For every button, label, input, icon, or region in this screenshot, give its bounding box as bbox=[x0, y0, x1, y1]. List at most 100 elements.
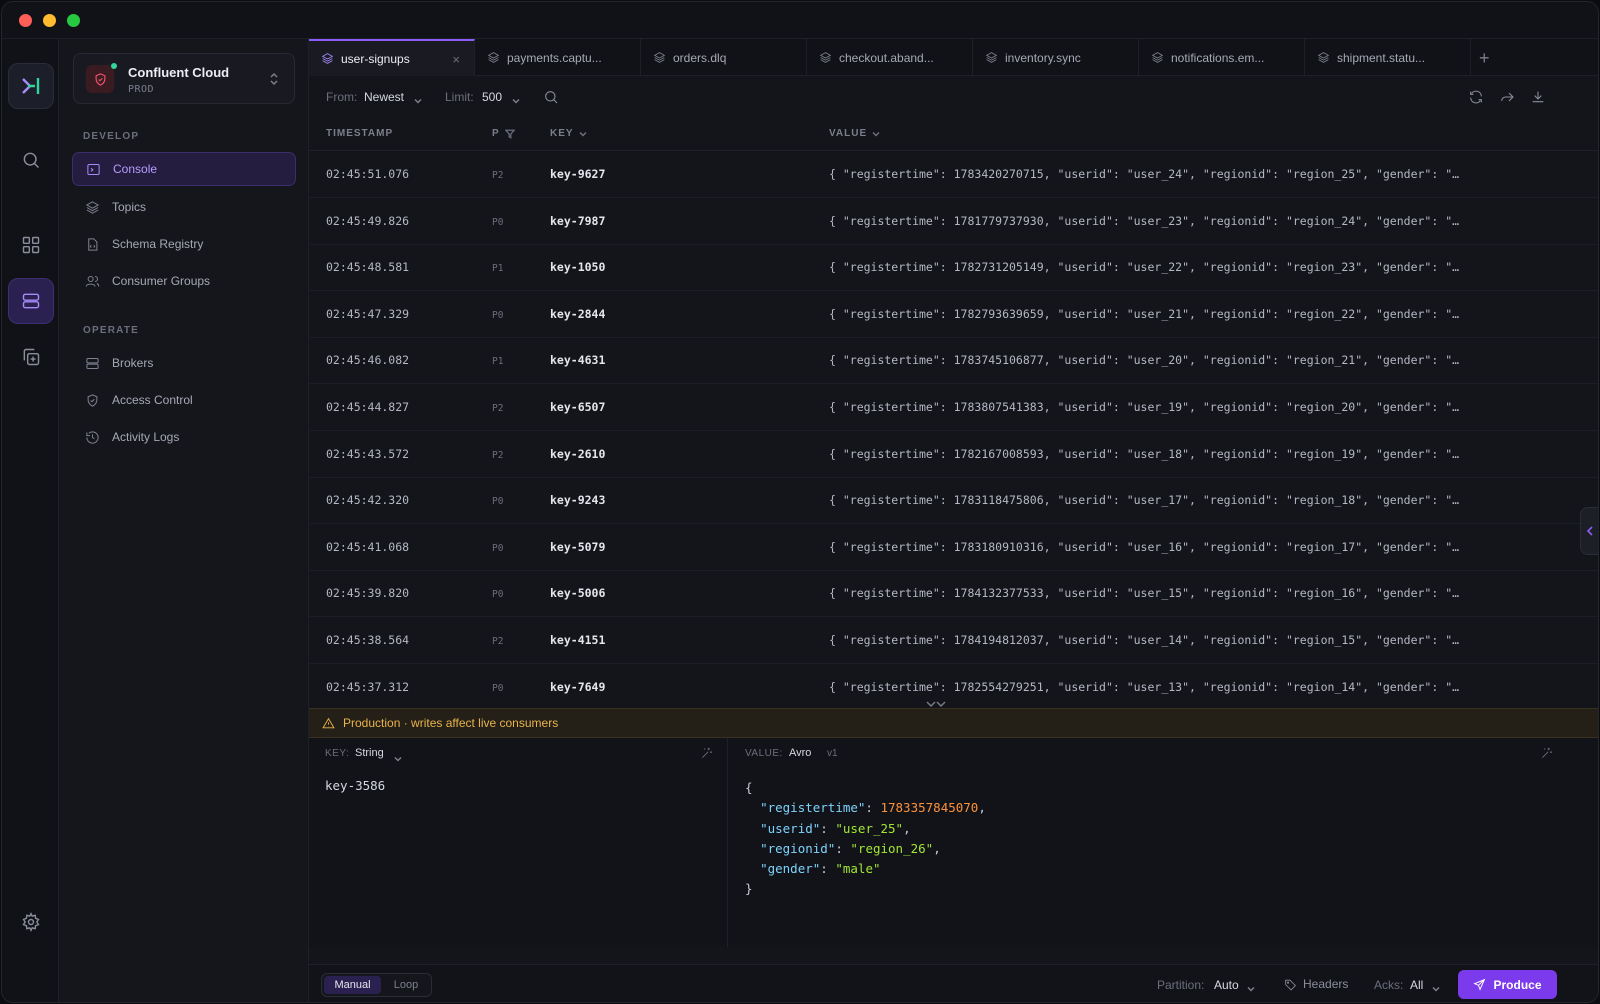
column-label: TIMESTAMP bbox=[326, 128, 394, 139]
key-label: KEY: bbox=[325, 748, 350, 759]
table-row[interactable]: 02:45:42.320 P0 key-9243 { "registertime": … bbox=[309, 477, 1598, 525]
column-timestamp[interactable]: TIMESTAMP bbox=[326, 128, 393, 139]
key-pane: KEY: String key-3586 bbox=[309, 738, 728, 947]
sidebar-item-access-control[interactable]: Access Control bbox=[72, 383, 296, 417]
column-key[interactable]: KEY bbox=[550, 128, 587, 139]
table-row[interactable]: 02:45:39.820 P0 key-5006 { "registertime": … bbox=[309, 570, 1598, 618]
sidebar-item-consumer-groups[interactable]: Consumer Groups bbox=[72, 264, 296, 298]
refresh-button[interactable] bbox=[1468, 89, 1484, 105]
cell-timestamp: 02:45:41.068 bbox=[326, 539, 410, 554]
title-bar bbox=[2, 2, 1598, 39]
rail-dashboard-button[interactable] bbox=[8, 222, 54, 268]
tab-shipment[interactable]: shipment.statu... bbox=[1305, 39, 1471, 76]
close-window-button[interactable] bbox=[19, 14, 32, 27]
search-messages-button[interactable] bbox=[543, 89, 559, 105]
tab-orders-dlq[interactable]: orders.dlq bbox=[641, 39, 807, 76]
acks-dropdown[interactable]: All bbox=[1410, 978, 1423, 992]
column-label: KEY bbox=[550, 128, 574, 139]
environment-selector[interactable]: Confluent Cloud PROD bbox=[73, 53, 295, 104]
table-row[interactable]: 02:45:46.082 P1 key-4631 { "registertime": … bbox=[309, 337, 1598, 385]
table-row[interactable]: 02:45:49.826 P0 key-7987 { "registertime": … bbox=[309, 198, 1598, 245]
warning-text: Production · writes affect live consumer… bbox=[343, 716, 559, 730]
json-key: "gender" bbox=[760, 861, 821, 877]
tab-user-signups[interactable]: user-signups × bbox=[309, 39, 475, 76]
tab-payments[interactable]: payments.captu... bbox=[475, 39, 641, 76]
close-icon[interactable]: × bbox=[452, 52, 460, 67]
key-type-dropdown[interactable]: String bbox=[355, 747, 384, 759]
partition-label: Partition: bbox=[1157, 978, 1205, 992]
cell-partition: P2 bbox=[492, 170, 504, 181]
sidebar-item-schema-registry[interactable]: Schema Registry bbox=[72, 227, 296, 261]
users-icon bbox=[85, 275, 100, 287]
copy-plus-icon bbox=[23, 348, 40, 366]
tab-label: shipment.statu... bbox=[1337, 50, 1426, 65]
json-value: "region_26" bbox=[850, 840, 934, 856]
download-button[interactable] bbox=[1530, 89, 1546, 105]
sidebar-item-console[interactable]: Console bbox=[72, 152, 296, 186]
app-logo[interactable] bbox=[8, 63, 54, 109]
minimize-window-button[interactable] bbox=[43, 14, 56, 27]
server-icon bbox=[22, 293, 40, 309]
chevron-updown-icon bbox=[268, 71, 280, 87]
table-row[interactable]: 02:45:44.827 P2 key-6507 { "registertime": … bbox=[309, 384, 1598, 431]
resize-handle[interactable] bbox=[924, 698, 948, 708]
cell-timestamp: 02:45:48.581 bbox=[326, 260, 410, 275]
rail-search-button[interactable] bbox=[8, 137, 54, 183]
cell-value: { "registertime": 1781779737930, "userid… bbox=[829, 213, 1464, 228]
rail-clusters-button[interactable] bbox=[8, 278, 54, 324]
table-row[interactable]: 02:45:43.572 P2 key-2610 { "registertime": … bbox=[309, 431, 1598, 478]
mode-manual-button[interactable]: Manual bbox=[324, 976, 381, 994]
cell-partition: P2 bbox=[492, 636, 504, 647]
cell-timestamp: 02:45:46.082 bbox=[326, 353, 410, 368]
sidebar-item-brokers[interactable]: Brokers bbox=[72, 346, 296, 380]
partition-dropdown[interactable]: Auto bbox=[1214, 978, 1239, 992]
produce-button[interactable]: Produce bbox=[1458, 970, 1557, 999]
share-button[interactable] bbox=[1499, 89, 1515, 105]
chevron-down-icon bbox=[414, 93, 422, 104]
value-type-dropdown[interactable]: Avro bbox=[789, 747, 811, 759]
table-row[interactable]: 02:45:38.564 P2 key-4151 { "registertime": … bbox=[309, 617, 1598, 664]
search-icon bbox=[545, 91, 558, 104]
column-partition[interactable]: P bbox=[492, 128, 515, 139]
tab-notifications[interactable]: notifications.em... bbox=[1139, 39, 1305, 76]
inspector-toggle[interactable] bbox=[1580, 507, 1598, 555]
mode-loop-button[interactable]: Loop bbox=[383, 976, 429, 994]
headers-button[interactable]: Headers bbox=[1284, 977, 1348, 991]
sidebar-item-label: Activity Logs bbox=[112, 430, 180, 444]
schema-version[interactable]: v1 bbox=[827, 748, 838, 759]
json-separator: , bbox=[978, 800, 986, 816]
environment-badge bbox=[86, 65, 114, 93]
table-row[interactable]: 02:45:47.329 P0 key-2844 { "registertime": … bbox=[309, 291, 1598, 338]
tab-inventory-sync[interactable]: inventory.sync bbox=[973, 39, 1139, 76]
sidebar-item-topics[interactable]: Topics bbox=[72, 190, 296, 224]
key-input[interactable]: key-3586 bbox=[325, 778, 385, 793]
table-row[interactable]: 02:45:51.076 P2 key-9627 { "registertime": … bbox=[309, 151, 1598, 198]
table-row[interactable]: 02:45:37.312 P0 key-7649 { "registertime": … bbox=[309, 664, 1598, 702]
rail-add-button[interactable] bbox=[8, 334, 54, 380]
rail-settings-button[interactable] bbox=[8, 899, 54, 945]
producer-footer: Manual Loop Partition: Auto Headers Acks… bbox=[309, 964, 1598, 1002]
sidebar-item-label: Console bbox=[113, 162, 158, 176]
sidebar-item-activity-logs[interactable]: Activity Logs bbox=[72, 420, 296, 454]
table-row[interactable]: 02:45:41.068 P0 key-5079 { "registertime": … bbox=[309, 524, 1598, 571]
value-editor[interactable]: { "registertime": 1783357845070, "userid… bbox=[745, 778, 986, 900]
tab-checkout[interactable]: checkout.aband... bbox=[807, 39, 973, 76]
json-separator: , bbox=[933, 840, 941, 856]
cell-key: key-4151 bbox=[550, 633, 606, 647]
column-value[interactable]: VALUE bbox=[829, 128, 880, 139]
limit-dropdown[interactable]: 500 bbox=[482, 90, 502, 104]
cell-partition: P0 bbox=[492, 496, 504, 508]
cell-timestamp: 02:45:44.827 bbox=[326, 400, 410, 414]
cell-partition: P0 bbox=[492, 682, 504, 694]
table-row[interactable]: 02:45:48.581 P1 key-1050 { "registertime": … bbox=[309, 244, 1598, 292]
add-tab-button[interactable]: + bbox=[1479, 48, 1490, 69]
cell-partition: P0 bbox=[492, 216, 504, 228]
maximize-window-button[interactable] bbox=[67, 14, 80, 27]
cell-timestamp: 02:45:38.564 bbox=[326, 633, 410, 647]
value-generate-button[interactable] bbox=[1540, 746, 1554, 760]
from-dropdown[interactable]: Newest bbox=[364, 90, 404, 104]
cell-value: { "registertime": 1784132377533, "userid… bbox=[829, 586, 1464, 601]
cell-value: { "registertime": 1783745106877, "userid… bbox=[829, 353, 1464, 368]
key-generate-button[interactable] bbox=[700, 746, 714, 760]
cell-value: { "registertime": 1784194812037, "userid… bbox=[829, 633, 1464, 647]
